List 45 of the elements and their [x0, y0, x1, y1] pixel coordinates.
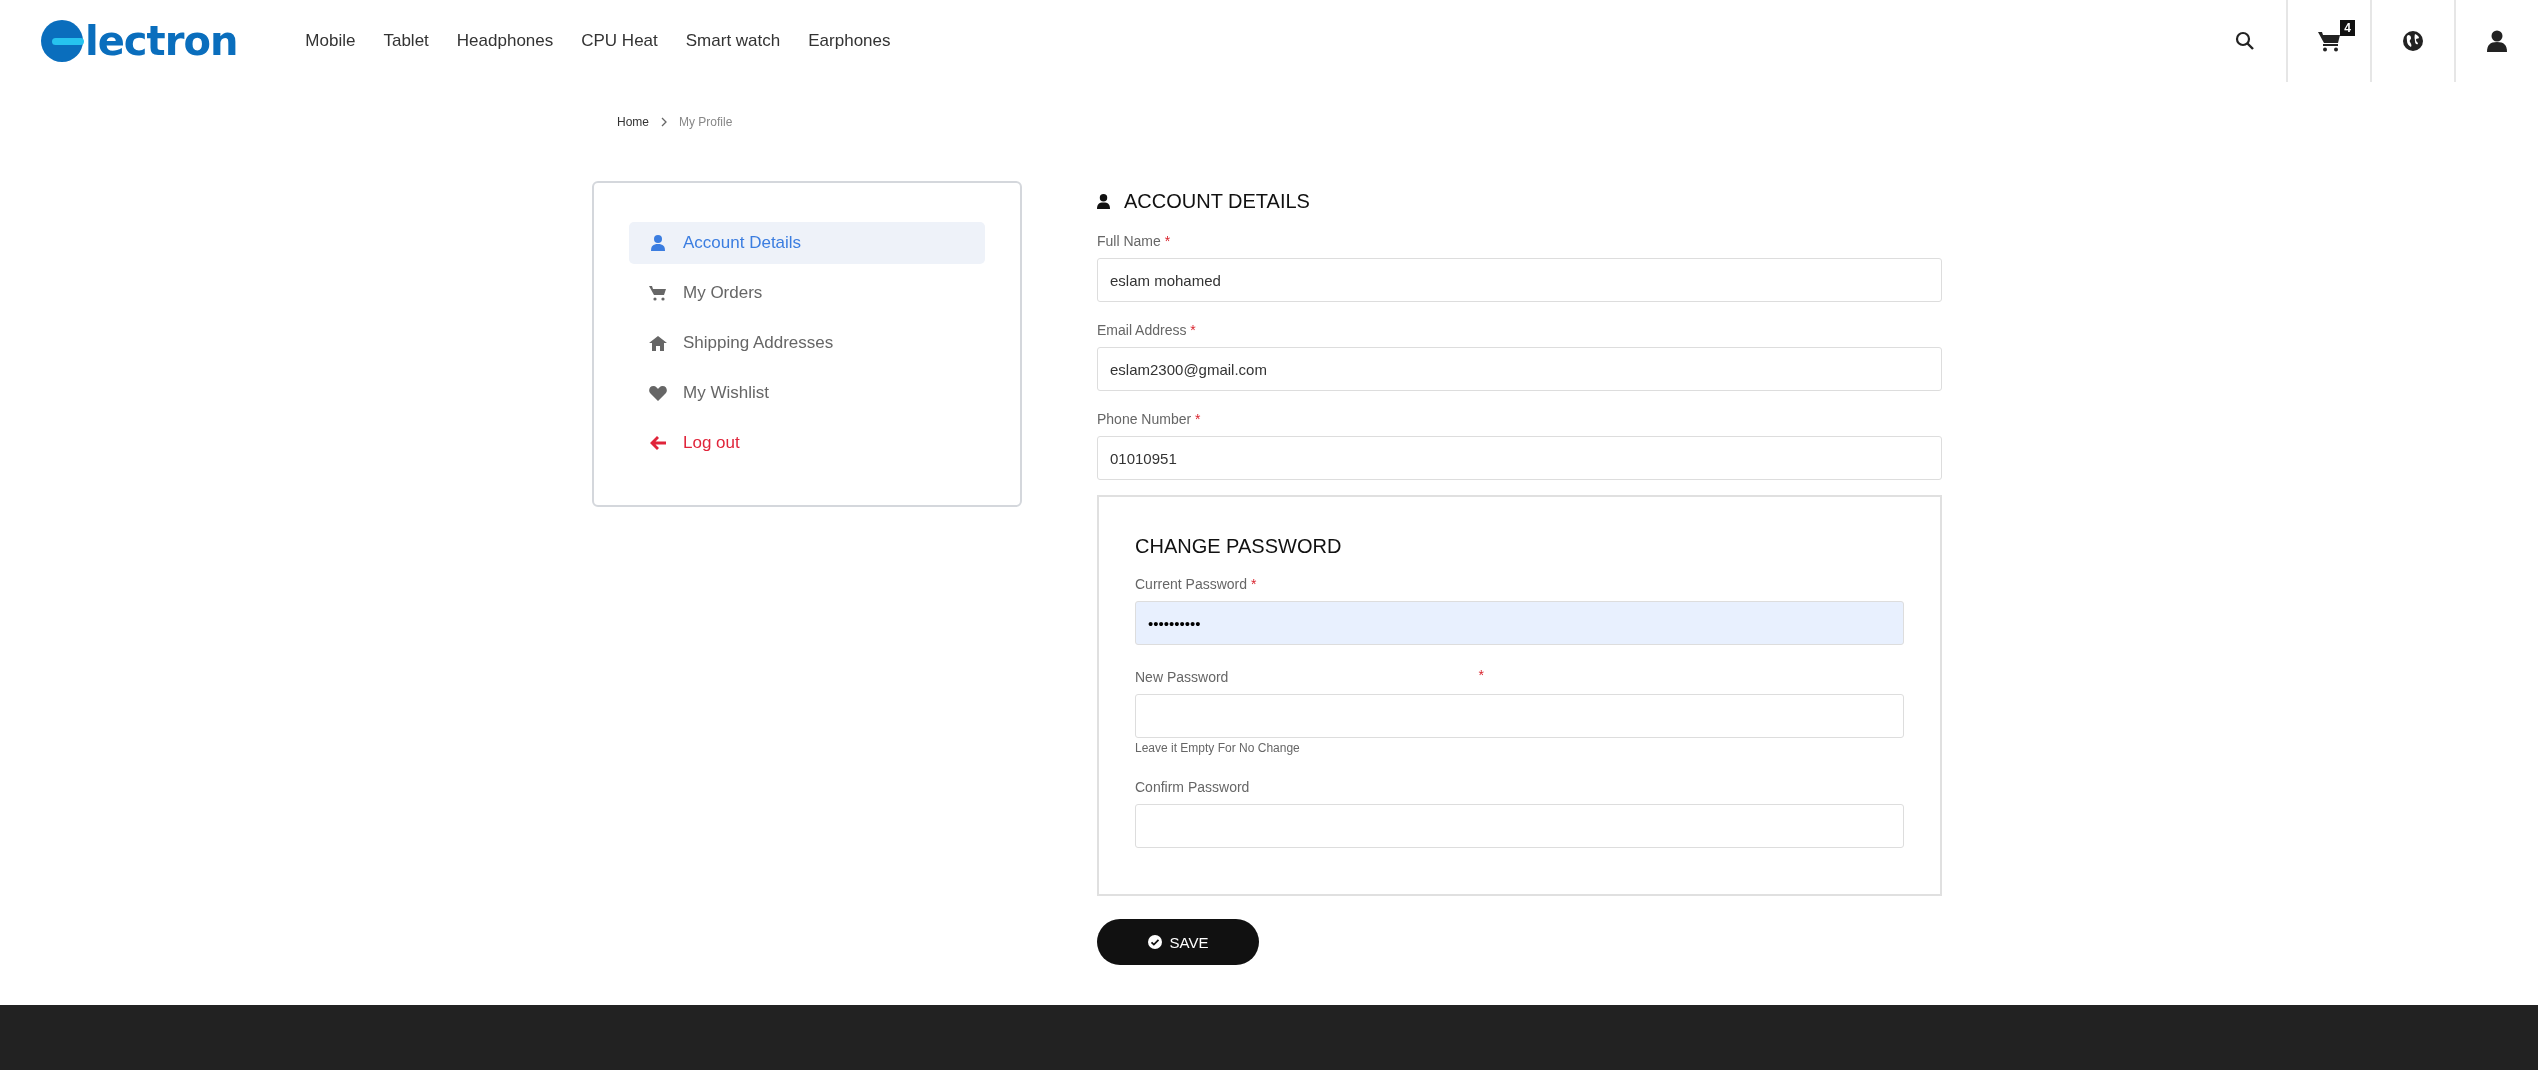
sidebar-item[interactable]: My Wishlist	[629, 372, 985, 414]
input-field[interactable]: eslam2300@gmail.com	[1097, 347, 1942, 391]
nav-link[interactable]: Headphones	[456, 31, 554, 51]
field-label: Confirm Password	[1135, 779, 1250, 795]
input-field[interactable]	[1135, 694, 1904, 738]
breadcrumb-link[interactable]: Home	[617, 115, 649, 129]
breadcrumb-current: My Profile	[679, 115, 733, 129]
search-icon[interactable]	[2235, 31, 2255, 51]
logo[interactable]: lectron	[40, 18, 238, 64]
cart-icon	[649, 285, 667, 301]
nav-link[interactable]: Earphones	[808, 31, 891, 51]
nav-link[interactable]: CPU Heat	[581, 31, 658, 51]
field-label: Current Password *	[1135, 576, 1257, 592]
nav-link[interactable]: Smart watch	[685, 31, 781, 51]
input-field[interactable]: ••••••••••	[1135, 601, 1904, 645]
sidebar-item[interactable]: Log out	[629, 422, 985, 464]
field-label: Phone Number *	[1097, 411, 1202, 427]
heart-icon	[649, 385, 667, 401]
section-title: CHANGE PASSWORD	[1135, 535, 1343, 558]
user-icon	[1097, 194, 1110, 209]
sidebar-item[interactable]: Account Details	[629, 222, 985, 264]
field-label: Email Address *	[1097, 322, 1197, 338]
globe-icon[interactable]	[2402, 30, 2424, 52]
input-field[interactable]: eslam mohamed	[1097, 258, 1942, 302]
user-icon	[649, 235, 667, 251]
input-field[interactable]: 01010951	[1097, 436, 1942, 480]
sidebar-item[interactable]: My Orders	[629, 272, 985, 314]
field-hint: Leave it Empty For No Change	[1135, 741, 1301, 755]
check-circle-icon	[1147, 935, 1162, 949]
required-mark: *	[1478, 667, 1484, 683]
input-field[interactable]	[1135, 804, 1904, 848]
chevron-icon	[661, 117, 667, 127]
field-label: New Password	[1135, 669, 1229, 685]
cart-count-badge: 4	[2340, 20, 2355, 36]
user-icon[interactable]	[2487, 30, 2507, 52]
nav-link[interactable]: Tablet	[383, 31, 429, 51]
save-button[interactable]: SAVE	[1097, 919, 1259, 965]
nav-link[interactable]: Mobile	[305, 31, 356, 51]
cart-icon[interactable]	[2317, 30, 2341, 52]
house-icon	[649, 335, 667, 351]
field-label: Full Name *	[1097, 233, 1172, 249]
logo-mark-icon	[40, 19, 84, 63]
arrow-left-icon	[649, 435, 667, 451]
section-title: ACCOUNT DETAILS	[1124, 190, 1310, 213]
sidebar-item[interactable]: Shipping Addresses	[629, 322, 985, 364]
